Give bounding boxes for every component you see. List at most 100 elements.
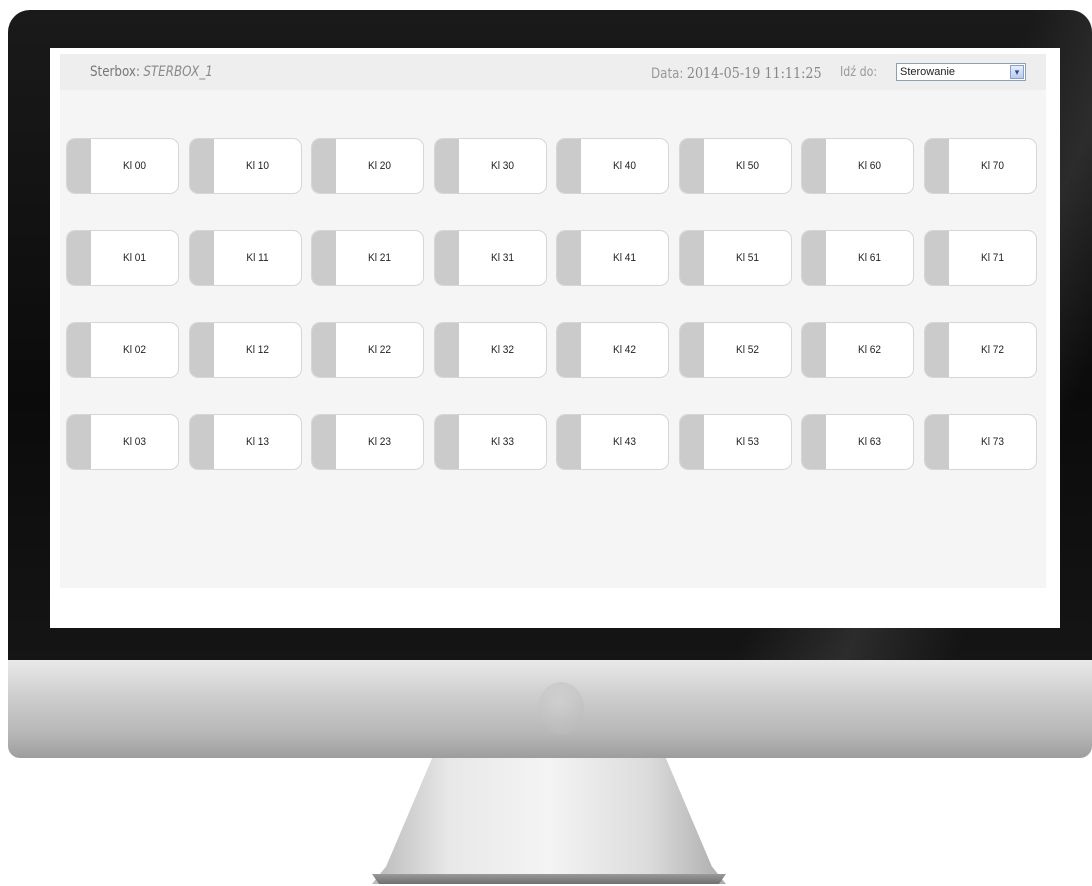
kl-button[interactable]: Kl 43 [556,414,669,470]
button-status-strip [802,415,826,469]
kl-button-label: Kl 63 [857,436,882,448]
kl-button-label: Kl 61 [857,252,882,264]
button-status-strip [189,231,214,285]
button-status-strip [312,139,336,193]
button-status-strip [679,323,704,377]
kl-button[interactable]: Kl 21 [311,230,424,286]
kl-button-label: Kl 50 [735,160,759,172]
button-status-strip [679,139,704,193]
kl-button-label: Kl 01 [122,252,147,264]
kl-button[interactable]: Kl 00 [66,138,179,194]
button-status-strip [312,323,336,377]
monitor-stand [372,758,726,884]
kl-button[interactable]: Kl 01 [66,230,179,286]
kl-button-label: Kl 13 [245,436,269,448]
kl-button-label: Kl 51 [735,252,759,264]
kl-button-label: Kl 21 [367,252,392,264]
kl-button[interactable]: Kl 41 [556,230,669,286]
kl-button[interactable]: Kl 20 [311,138,424,194]
kl-button[interactable]: Kl 50 [678,138,792,194]
chevron-down-icon[interactable]: ▾ [1010,65,1024,79]
button-status-strip [434,139,459,193]
kl-button-label: Kl 72 [980,344,1004,356]
kl-button[interactable]: Kl 52 [678,322,792,378]
date-label: Data: [651,66,684,82]
sterbox-label: Sterbox: [90,64,140,80]
kl-button-label: Kl 41 [612,252,637,264]
kl-button-label: Kl 20 [367,160,392,172]
kl-button-label: Kl 12 [245,344,269,356]
monitor-bezel: Sterbox: STERBOX_1 Data: 2014-05-19 11:11:… [8,10,1092,662]
kl-button-label: Kl 32 [490,344,514,356]
button-status-strip [924,231,949,285]
date-display: Data: 2014-05-19 11:11:25 [651,64,822,82]
kl-button[interactable]: Kl 70 [923,138,1037,194]
kl-button[interactable]: Kl 12 [188,322,302,378]
screen: Sterbox: STERBOX_1 Data: 2014-05-19 11:11:… [50,48,1060,628]
goto-selected-value: Sterowanie [900,66,956,78]
button-status-strip [557,415,581,469]
button-status-strip [67,139,91,193]
kl-button[interactable]: Kl 60 [801,138,914,194]
kl-button[interactable]: Kl 02 [66,322,179,378]
kl-button[interactable]: Kl 62 [801,322,914,378]
kl-button-label: Kl 23 [367,436,392,448]
goto-select[interactable]: Sterowanie ▾ [896,63,1026,81]
kl-button[interactable]: Kl 03 [66,414,179,470]
kl-button-label: Kl 43 [612,436,637,448]
button-status-strip [802,139,826,193]
kl-button-label: Kl 52 [735,344,759,356]
button-status-strip [924,139,949,193]
button-status-strip [189,415,214,469]
date-value: 2014-05-19 11:11:25 [686,64,822,82]
button-status-strip [189,323,214,377]
kl-button[interactable]: Kl 63 [801,414,914,470]
button-status-strip [67,415,91,469]
kl-button[interactable]: Kl 73 [923,414,1037,470]
button-status-strip [679,415,704,469]
kl-button-label: Kl 42 [612,344,637,356]
kl-button[interactable]: Kl 51 [678,230,792,286]
button-status-strip [802,323,826,377]
kl-button-label: Kl 02 [122,344,147,356]
kl-button-label: Kl 73 [980,436,1004,448]
sterbox-name: STERBOX_1 [143,64,213,80]
kl-button[interactable]: Kl 72 [923,322,1037,378]
kl-button-label: Kl 71 [980,252,1004,264]
kl-button-label: Kl 03 [122,436,147,448]
button-status-strip [679,231,704,285]
button-status-strip [434,415,459,469]
kl-button[interactable]: Kl 33 [433,414,547,470]
kl-button-label: Kl 53 [735,436,759,448]
top-bar: Sterbox: STERBOX_1 Data: 2014-05-19 11:11:… [60,54,1046,90]
button-status-strip [67,231,91,285]
kl-button-label: Kl 40 [612,160,637,172]
monitor-chin [8,660,1092,758]
button-status-strip [434,323,459,377]
kl-button[interactable]: Kl 53 [678,414,792,470]
kl-button[interactable]: Kl 31 [433,230,547,286]
button-status-strip [312,415,336,469]
kl-button[interactable]: Kl 40 [556,138,669,194]
button-status-strip [924,415,949,469]
kl-button[interactable]: Kl 32 [433,322,547,378]
kl-button[interactable]: Kl 13 [188,414,302,470]
kl-button-label: Kl 30 [490,160,514,172]
kl-button[interactable]: Kl 30 [433,138,547,194]
kl-button[interactable]: Kl 10 [188,138,302,194]
kl-button[interactable]: Kl 22 [311,322,424,378]
button-status-strip [189,139,214,193]
button-status-strip [434,231,459,285]
kl-button-label: Kl 00 [122,160,147,172]
kl-button[interactable]: Kl 11 [188,230,302,286]
stand-base [372,874,726,884]
sterbox-info: Sterbox: STERBOX_1 [90,64,213,80]
kl-button[interactable]: Kl 42 [556,322,669,378]
kl-button[interactable]: Kl 61 [801,230,914,286]
kl-button-label: Kl 33 [490,436,514,448]
kl-button[interactable]: Kl 71 [923,230,1037,286]
button-status-strip [312,231,336,285]
kl-button[interactable]: Kl 23 [311,414,424,470]
button-status-strip [557,323,581,377]
kl-button-label: Kl 70 [980,160,1004,172]
